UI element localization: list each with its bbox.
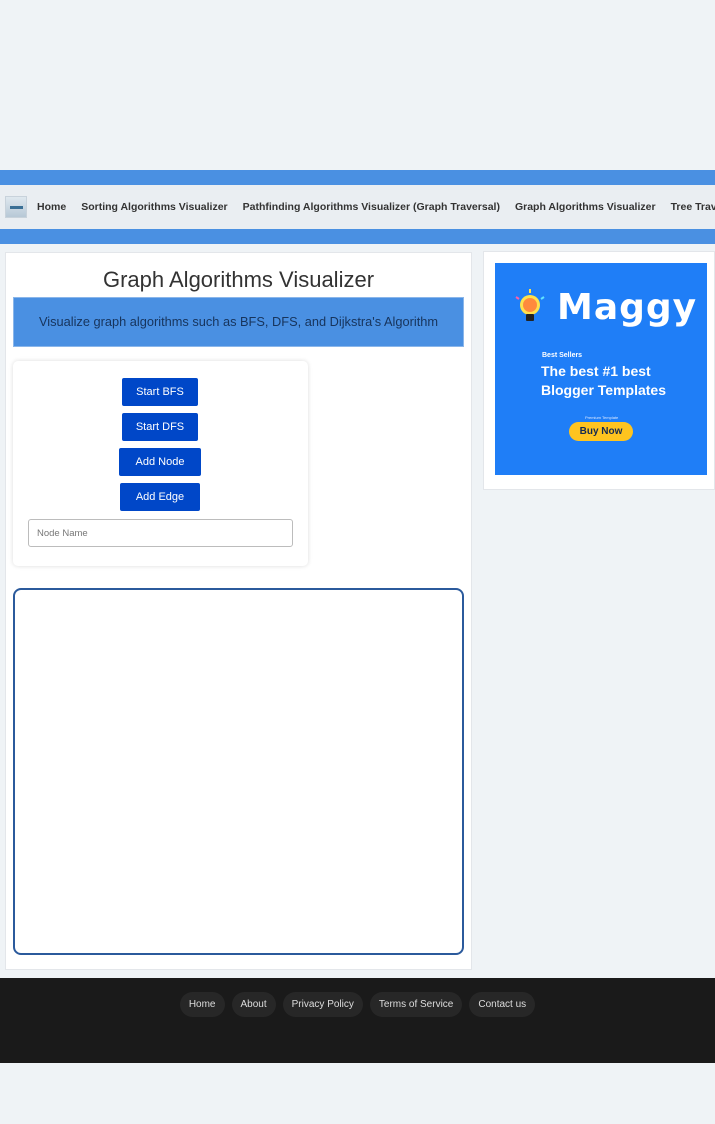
footer-link-home[interactable]: Home — [179, 992, 225, 1017]
page-subtitle: Visualize graph algorithms such as BFS, … — [13, 297, 464, 347]
nav-link-pathfinding[interactable]: Pathfinding Algorithms Visualizer (Graph… — [243, 201, 500, 213]
nav-link-tree[interactable]: Tree Traversal And — [671, 201, 715, 213]
maggy-ad-banner[interactable]: Maggy Best Sellers The best #1 best Blog… — [495, 263, 707, 475]
site-logo[interactable] — [5, 196, 27, 218]
top-navigation: Home Sorting Algorithms Visualizer Pathf… — [0, 185, 715, 229]
add-node-button[interactable]: Add Node — [119, 448, 201, 476]
ad-tagline: Best Sellers — [542, 352, 583, 359]
start-dfs-button[interactable]: Start DFS — [122, 413, 198, 441]
ad-small-text: Premium Template — [585, 415, 619, 420]
node-name-input[interactable] — [28, 519, 293, 547]
graph-canvas[interactable] — [13, 588, 464, 955]
sidebar-column — [483, 490, 715, 978]
footer-link-privacy[interactable]: Privacy Policy — [282, 992, 363, 1017]
add-edge-button[interactable]: Add Edge — [120, 483, 200, 511]
nav-link-graph[interactable]: Graph Algorithms Visualizer — [515, 201, 656, 213]
ad-brand: Maggy — [557, 287, 698, 328]
buy-now-button[interactable]: Buy Now — [569, 422, 633, 441]
nav-link-sorting[interactable]: Sorting Algorithms Visualizer — [81, 201, 227, 213]
footer: Home About Privacy Policy Terms of Servi… — [0, 978, 715, 1063]
ad-headline: The best #1 best Blogger Templates — [541, 363, 666, 398]
start-bfs-button[interactable]: Start BFS — [122, 378, 198, 406]
footer-links: Home About Privacy Policy Terms of Servi… — [0, 992, 715, 1017]
footer-link-contact[interactable]: Contact us — [469, 992, 536, 1017]
footer-link-about[interactable]: About — [231, 992, 276, 1017]
ad-space-top — [0, 0, 715, 170]
nav-band: Home Sorting Algorithms Visualizer Pathf… — [0, 170, 715, 244]
nav-link-home[interactable]: Home — [37, 201, 66, 213]
sidebar-ad-card: Maggy Best Sellers The best #1 best Blog… — [483, 251, 715, 490]
main-card: Graph Algorithms Visualizer Visualize gr… — [5, 252, 472, 970]
page-title: Graph Algorithms Visualizer — [102, 267, 375, 292]
lightbulb-icon — [515, 289, 545, 321]
controls-panel: Start BFS Start DFS Add Node Add Edge — [13, 361, 308, 566]
footer-link-terms[interactable]: Terms of Service — [369, 992, 463, 1017]
